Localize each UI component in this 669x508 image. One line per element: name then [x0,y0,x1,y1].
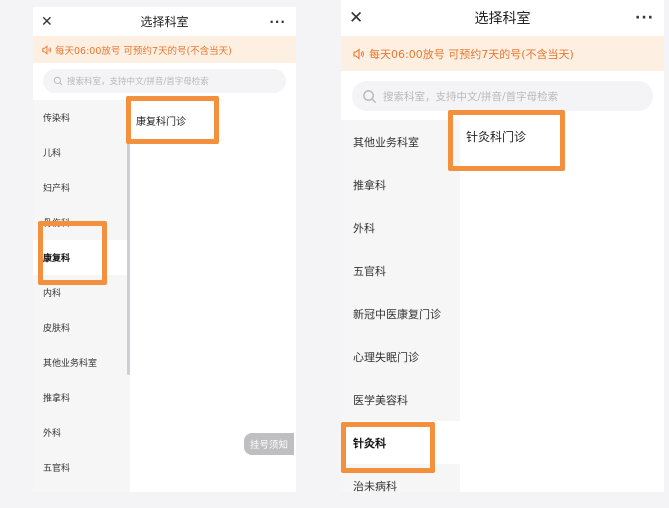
sidebar-item[interactable]: 骨伤科 [33,205,130,240]
search-input[interactable]: 搜索科室，支持中文/拼音/首字母检索 [43,69,286,93]
sidebar-item[interactable]: 推拿科 [33,380,130,415]
speaker-icon [353,47,364,60]
speaker-icon [42,44,52,55]
search-input[interactable]: 搜索科室，支持中文/拼音/首字母检索 [352,81,653,111]
search-placeholder: 搜索科室，支持中文/拼音/首字母检索 [67,77,209,87]
sidebar-item[interactable]: 外科 [341,206,460,249]
top-bar: ✕ 选择科室 ··· [33,7,296,36]
sidebar-item[interactable]: 心理失眠门诊 [341,335,460,378]
department-sidebar: 其他业务科室 推拿科 外科 五官科 新冠中医康复门诊 心理失眠门诊 医学美容科 针灸科 治未病科 [341,120,460,492]
sidebar-item[interactable]: 皮肤科 [33,310,130,345]
sidebar-item[interactable]: 其他业务科室 [341,120,460,163]
sidebar-item[interactable]: 康复科 [33,240,130,275]
sidebar-item[interactable]: 其他业务科室 [33,345,130,380]
more-icon[interactable]: ··· [269,15,286,29]
sidebar-item[interactable]: 新冠中医康复门诊 [341,292,460,335]
registration-notice-button[interactable]: 挂号须知 [243,433,294,455]
sidebar-item[interactable]: 五官科 [341,249,460,292]
close-icon[interactable]: ✕ [349,8,363,28]
release-notice-text: 每天06:00放号 可预约7天的号(不含当天) [55,45,232,57]
close-icon[interactable]: ✕ [41,14,53,30]
sidebar-item[interactable]: 外科 [33,415,130,450]
release-notice-text: 每天06:00放号 可预约7天的号(不含当天) [369,47,574,61]
sidebar-item[interactable]: 内科 [33,275,130,310]
search-icon [53,76,63,86]
department-picker-left: ✕ 选择科室 ··· 每天06:00放号 可预约7天的号(不含当天) 搜索科室，… [33,7,296,492]
top-bar: ✕ 选择科室 ··· [341,0,664,36]
sidebar-item[interactable]: 妇产科 [33,170,130,205]
sidebar-item[interactable]: 儿科 [33,135,130,170]
sidebar-item[interactable]: 治未病科 [341,464,460,493]
search-placeholder: 搜索科室，支持中文/拼音/首字母检索 [383,90,559,103]
clinic-list: 针灸科门诊 [460,120,664,492]
page-title: 选择科室 [474,11,531,27]
clinic-item[interactable]: 康复科门诊 [136,113,186,128]
more-icon[interactable]: ··· [635,10,654,26]
sidebar-item[interactable]: 针灸科 [341,421,460,464]
search-icon [363,89,377,103]
department-sidebar: 传染科 儿科 妇产科 骨伤科 康复科 内科 皮肤科 其他业务科室 推拿科 外科 五官科 [33,100,130,492]
sidebar-item[interactable]: 医学美容科 [341,378,460,421]
page-title: 选择科室 [140,15,189,29]
department-picker-right: ✕ 选择科室 ··· 每天06:00放号 可预约7天的号(不含当天) 搜索科室，… [341,0,664,492]
sidebar-item[interactable]: 推拿科 [341,163,460,206]
release-notice: 每天06:00放号 可预约7天的号(不含当天) [341,36,664,71]
release-notice: 每天06:00放号 可预约7天的号(不含当天) [33,36,296,63]
sidebar-item[interactable]: 五官科 [33,450,130,485]
clinic-item[interactable]: 针灸科门诊 [466,128,526,145]
sidebar-item[interactable]: 传染科 [33,100,130,135]
